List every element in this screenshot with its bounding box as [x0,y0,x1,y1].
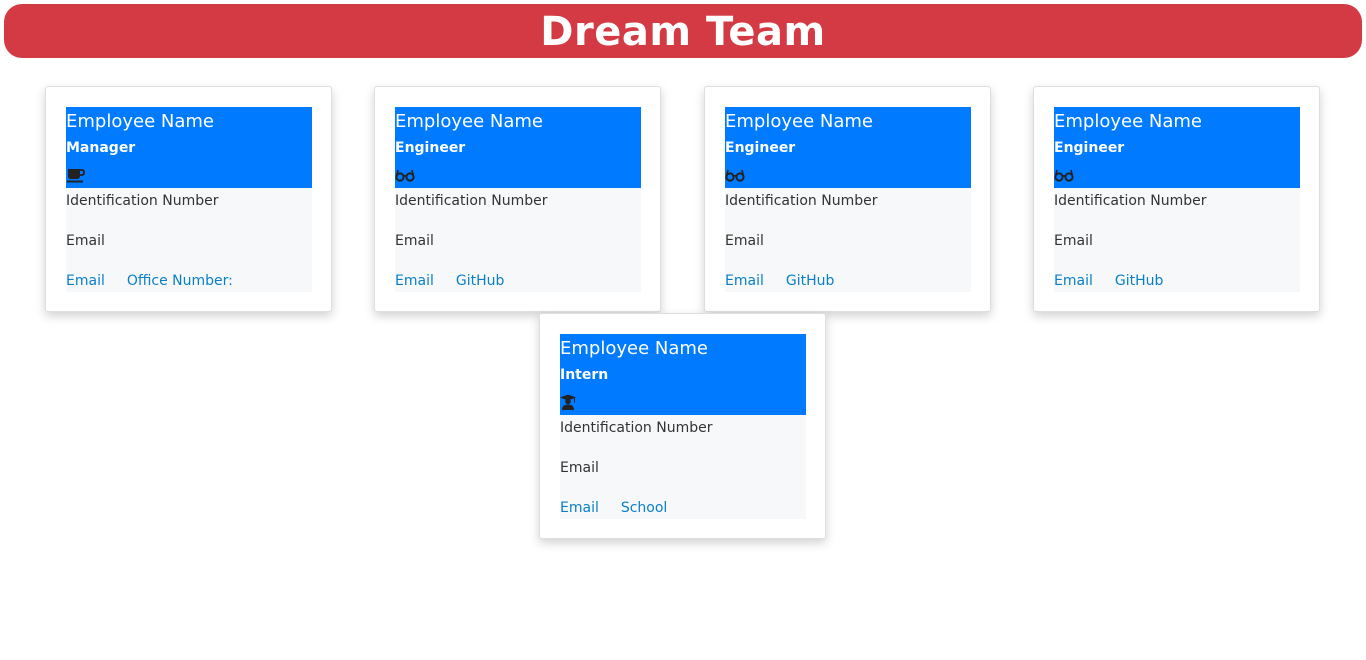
glasses-icon [725,169,745,182]
coffee-icon [67,169,85,183]
graduate-icon [560,394,576,410]
employee-name: Employee Name [395,111,543,132]
employee-id-label: Identification Number [395,193,548,209]
glasses-icon [395,169,415,182]
card-header: Employee Name Manager [66,107,312,188]
page-title: Dream Team [540,9,826,55]
employee-email-label: Email [725,233,764,249]
glasses-icon [1054,169,1074,182]
employee-email-label: Email [1054,233,1093,249]
email-link[interactable]: Email [560,500,599,516]
github-link[interactable]: GitHub [1115,273,1164,289]
employee-id-label: Identification Number [725,193,878,209]
employee-name: Employee Name [725,111,873,132]
employee-card-manager: Employee Name Manager Identification Num… [45,86,332,312]
school-link[interactable]: School [621,500,667,516]
employee-email-label: Email [66,233,105,249]
employee-role: Engineer [395,140,466,156]
email-link[interactable]: Email [66,273,105,289]
card-body: Employee Name Engineer Identification Nu… [395,107,641,292]
employee-role: Engineer [725,140,796,156]
employee-id-label: Identification Number [560,420,713,436]
employee-card-engineer: Employee Name Engineer Identification Nu… [1033,86,1320,312]
card-body: Employee Name Engineer Identification Nu… [725,107,971,292]
employee-role: Manager [66,140,136,156]
card-header: Employee Name Engineer [725,107,971,188]
employee-role: Intern [560,367,609,383]
card-header: Employee Name Engineer [1054,107,1300,188]
employee-name: Employee Name [560,338,708,359]
email-link[interactable]: Email [1054,273,1093,289]
card-header: Employee Name Engineer [395,107,641,188]
employee-email-label: Email [395,233,434,249]
employee-card-engineer: Employee Name Engineer Identification Nu… [374,86,661,312]
employee-email-label: Email [560,460,599,476]
card-body: Employee Name Intern Identification Numb… [560,334,806,519]
email-link[interactable]: Email [395,273,434,289]
employee-name: Employee Name [1054,111,1202,132]
card-body: Employee Name Manager Identification Num… [66,107,312,292]
employee-name: Employee Name [66,111,214,132]
employee-card-intern: Employee Name Intern Identification Numb… [539,313,826,539]
employee-role: Engineer [1054,140,1125,156]
office-number-link[interactable]: Office Number: [127,273,233,289]
github-link[interactable]: GitHub [456,273,505,289]
employee-id-label: Identification Number [66,193,219,209]
employee-id-label: Identification Number [1054,193,1207,209]
card-body: Employee Name Engineer Identification Nu… [1054,107,1300,292]
email-link[interactable]: Email [725,273,764,289]
page-header-banner: Dream Team [4,4,1362,58]
card-header: Employee Name Intern [560,334,806,415]
github-link[interactable]: GitHub [786,273,835,289]
employee-card-engineer: Employee Name Engineer Identification Nu… [704,86,991,312]
